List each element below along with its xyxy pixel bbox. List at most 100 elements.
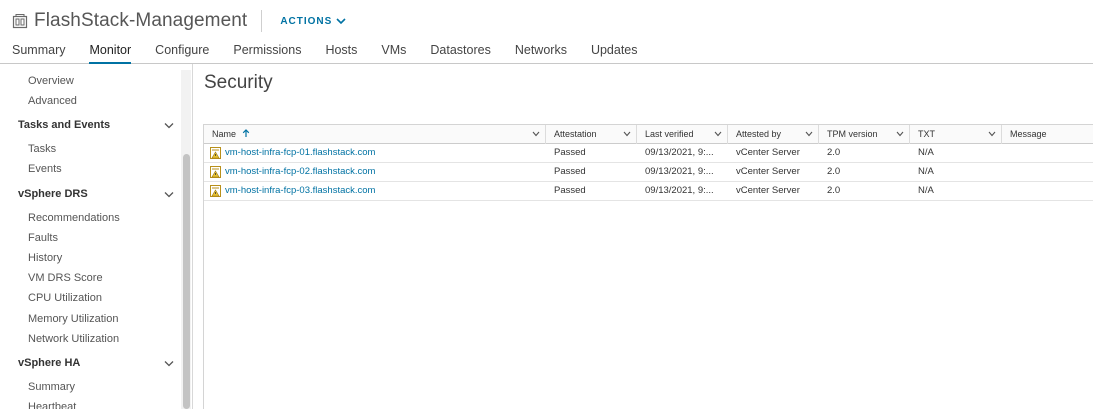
- tab-updates[interactable]: Updates: [579, 40, 650, 64]
- chevron-down-icon[interactable]: [532, 131, 540, 137]
- column-header-txt[interactable]: TXT: [910, 125, 1002, 144]
- column-header-name[interactable]: Name: [204, 125, 546, 144]
- host-link[interactable]: vm-host-infra-fcp-03.flashstack.com: [204, 182, 546, 200]
- host-warning-icon: [210, 147, 221, 159]
- sidebar-item-heartbeat[interactable]: Heartbeat: [28, 399, 76, 409]
- table-row[interactable]: vm-host-infra-fcp-01.flashstack.com Pass…: [204, 144, 1093, 163]
- cell-last-verified: 09/13/2021, 9:...: [645, 185, 714, 196]
- host-warning-icon: [210, 166, 221, 178]
- chevron-down-icon[interactable]: [805, 131, 813, 137]
- column-header-tpm-version[interactable]: TPM version: [819, 125, 910, 144]
- sort-ascending-icon: [242, 129, 249, 137]
- object-title: FlashStack-Management: [34, 10, 248, 31]
- sidebar-item-vm-drs-score[interactable]: VM DRS Score: [28, 270, 103, 286]
- cell-attested-by: vCenter Server: [736, 166, 800, 177]
- table-row[interactable]: vm-host-infra-fcp-03.flashstack.com Pass…: [204, 182, 1093, 201]
- cell-attestation: Passed: [554, 166, 586, 177]
- sidebar-group-label: vSphere HA: [18, 357, 81, 369]
- datacenter-icon: [12, 13, 28, 29]
- cell-attested-by: vCenter Server: [736, 185, 800, 196]
- column-header-label: Message: [1010, 129, 1047, 139]
- cell-message: [1002, 182, 1093, 201]
- cell-name: vm-host-infra-fcp-01.flashstack.com: [204, 144, 546, 163]
- host-warning-icon: [210, 185, 221, 197]
- tab-permissions[interactable]: Permissions: [221, 40, 313, 64]
- chevron-down-icon[interactable]: [714, 131, 722, 137]
- column-header-label: TPM version: [827, 129, 878, 139]
- cell-tpm-version: 2.0: [827, 185, 841, 196]
- cell-txt: N/A: [918, 147, 934, 158]
- monitor-sidebar: Overview Advanced Tasks and Events Tasks…: [0, 64, 193, 409]
- cell-tpm-version: 2.0: [827, 166, 841, 177]
- sidebar-group-label: Tasks and Events: [18, 119, 111, 131]
- chevron-down-icon: [164, 191, 174, 197]
- column-header-last-verified[interactable]: Last verified: [637, 125, 728, 144]
- column-header-attested-by[interactable]: Attested by: [728, 125, 819, 144]
- security-datagrid: Name Attestation Last verified Attested …: [203, 124, 1093, 409]
- title-divider: [261, 10, 263, 32]
- object-header: FlashStack-Management ACTIONS Summary Mo…: [0, 0, 1093, 65]
- sidebar-item-tasks[interactable]: Tasks: [28, 141, 56, 157]
- host-name: vm-host-infra-fcp-01.flashstack.com: [225, 147, 376, 158]
- sidebar-item-events[interactable]: Events: [28, 161, 62, 177]
- sidebar-group-label: vSphere DRS: [18, 188, 88, 200]
- tab-hosts[interactable]: Hosts: [313, 40, 369, 64]
- chevron-down-icon[interactable]: [988, 131, 996, 137]
- actions-menu-button[interactable]: ACTIONS: [280, 16, 346, 27]
- tab-networks[interactable]: Networks: [503, 40, 579, 64]
- sidebar-item-cpu-utilization[interactable]: CPU Utilization: [28, 290, 102, 306]
- chevron-down-icon: [336, 18, 346, 25]
- chevron-down-icon[interactable]: [623, 131, 631, 137]
- host-link[interactable]: vm-host-infra-fcp-01.flashstack.com: [204, 144, 546, 162]
- cell-txt: N/A: [918, 166, 934, 177]
- cell-name: vm-host-infra-fcp-03.flashstack.com: [204, 182, 546, 201]
- page-title: Security: [204, 72, 273, 93]
- host-link[interactable]: vm-host-infra-fcp-02.flashstack.com: [204, 163, 546, 181]
- sidebar-item-recommendations[interactable]: Recommendations: [28, 210, 120, 226]
- sidebar-item-faults[interactable]: Faults: [28, 230, 58, 246]
- tab-vms[interactable]: VMs: [369, 40, 418, 64]
- sidebar-item-history[interactable]: History: [28, 250, 62, 266]
- datagrid-header: Name Attestation Last verified Attested …: [204, 125, 1093, 144]
- column-header-message[interactable]: Message: [1002, 125, 1093, 144]
- actions-label: ACTIONS: [280, 15, 333, 27]
- main-content: Security Name Attestation Last verified …: [194, 64, 1093, 409]
- tab-summary[interactable]: Summary: [0, 40, 77, 64]
- table-row[interactable]: vm-host-infra-fcp-02.flashstack.com Pass…: [204, 163, 1093, 182]
- chevron-down-icon: [164, 122, 174, 128]
- title-row: FlashStack-Management ACTIONS: [12, 8, 346, 34]
- chevron-down-icon: [164, 360, 174, 366]
- cell-message: [1002, 163, 1093, 182]
- host-name: vm-host-infra-fcp-03.flashstack.com: [225, 185, 376, 196]
- sidebar-item-advanced[interactable]: Advanced: [28, 93, 77, 109]
- object-tabs: Summary Monitor Configure Permissions Ho…: [0, 40, 650, 65]
- cell-message: [1002, 144, 1093, 163]
- column-header-label: Name: [212, 129, 237, 139]
- cell-last-verified: 09/13/2021, 9:...: [645, 147, 714, 158]
- host-name: vm-host-infra-fcp-02.flashstack.com: [225, 166, 376, 177]
- cell-name: vm-host-infra-fcp-02.flashstack.com: [204, 163, 546, 182]
- sidebar-group-drs[interactable]: vSphere DRS: [18, 186, 174, 202]
- sidebar-item-network-utilization[interactable]: Network Utilization: [28, 331, 119, 347]
- cell-attestation: Passed: [554, 147, 586, 158]
- cell-last-verified: 09/13/2021, 9:...: [645, 166, 714, 177]
- column-header-attestation[interactable]: Attestation: [546, 125, 637, 144]
- sidebar-item-overview[interactable]: Overview: [28, 73, 74, 89]
- sidebar-group-tasks-events[interactable]: Tasks and Events: [18, 117, 174, 133]
- column-header-label: Last verified: [645, 129, 694, 139]
- cell-attested-by: vCenter Server: [736, 147, 800, 158]
- cell-attestation: Passed: [554, 185, 586, 196]
- column-header-label: Attestation: [554, 129, 597, 139]
- sidebar-item-memory-utilization[interactable]: Memory Utilization: [28, 311, 118, 327]
- cell-tpm-version: 2.0: [827, 147, 841, 158]
- tab-datastores[interactable]: Datastores: [418, 40, 502, 64]
- sidebar-scrollbar-thumb[interactable]: [183, 154, 190, 409]
- tab-configure[interactable]: Configure: [143, 40, 221, 64]
- column-header-label: TXT: [918, 129, 935, 139]
- tab-monitor[interactable]: Monitor: [77, 40, 143, 65]
- cell-txt: N/A: [918, 185, 934, 196]
- column-header-label: Attested by: [736, 129, 782, 139]
- chevron-down-icon[interactable]: [896, 131, 904, 137]
- sidebar-group-ha[interactable]: vSphere HA: [18, 355, 174, 371]
- sidebar-item-ha-summary[interactable]: Summary: [28, 379, 75, 395]
